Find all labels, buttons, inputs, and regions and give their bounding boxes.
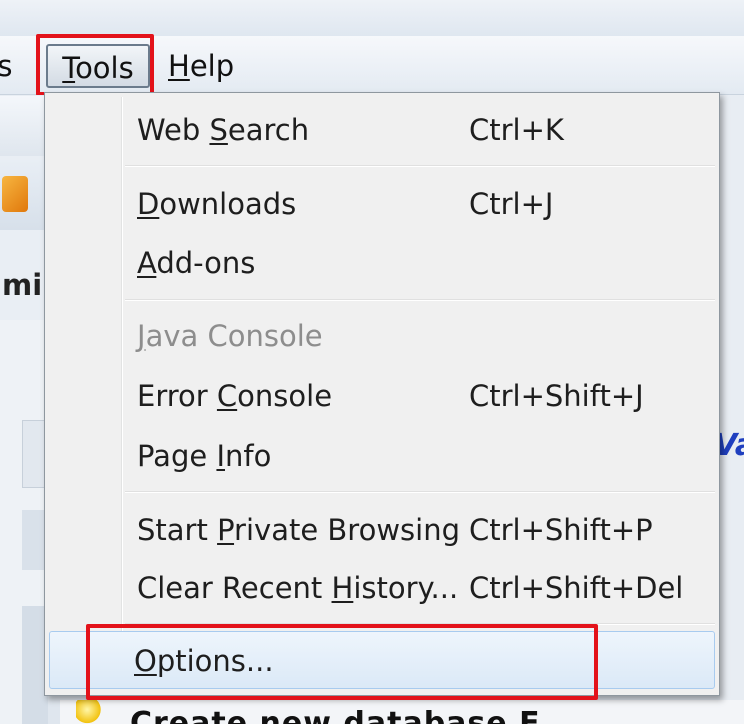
window-top-band xyxy=(0,0,744,36)
menu-item-label: Page Info xyxy=(137,439,272,473)
navigation-toolbar xyxy=(0,96,48,156)
menu-item-label: Start Private Browsing xyxy=(137,513,460,547)
create-database-link[interactable]: Create new database E xyxy=(130,704,610,724)
help-label-rest: elp xyxy=(189,49,235,83)
menu-item-label: Clear Recent History... xyxy=(137,571,459,605)
options-highlight-box xyxy=(86,624,598,700)
menu-item-label: Downloads xyxy=(137,187,297,221)
menu-separator xyxy=(125,491,715,493)
menu-separator xyxy=(125,299,715,301)
menu-item-clear-recent-history[interactable]: Clear Recent History... Ctrl+Shift+Del xyxy=(49,559,715,617)
menu-item-shortcut: Ctrl+J xyxy=(469,187,554,221)
menu-item-downloads[interactable]: Downloads Ctrl+J xyxy=(49,175,715,233)
create-database-text: Create new database E xyxy=(130,706,541,724)
menu-item-shortcut: Ctrl+Shift+J xyxy=(469,379,644,413)
page-right-strip xyxy=(720,95,744,724)
rss-feed-icon[interactable] xyxy=(2,176,28,212)
menu-item-shortcut: Ctrl+Shift+Del xyxy=(469,571,684,605)
menu-bar-bookmarks-item[interactable]: ts xyxy=(0,44,40,88)
menu-item-label: Add-ons xyxy=(137,246,256,280)
menu-item-java-console: Java Console xyxy=(49,307,715,365)
sparkle-icon xyxy=(76,700,104,724)
tools-menu: Web Search Ctrl+K Downloads Ctrl+J Add-o… xyxy=(44,92,720,696)
menu-item-label: Java Console xyxy=(137,319,323,353)
menu-item-shortcut: Ctrl+Shift+P xyxy=(469,513,653,547)
menu-item-page-info[interactable]: Page Info xyxy=(49,427,715,485)
menu-item-web-search[interactable]: Web Search Ctrl+K xyxy=(49,101,715,159)
menu-separator xyxy=(125,165,715,167)
menu-bar-help-item[interactable]: Help xyxy=(168,44,258,88)
menu-item-error-console[interactable]: Error Console Ctrl+Shift+J xyxy=(49,367,715,425)
help-access-key: H xyxy=(168,49,190,83)
menu-item-label: Web Search xyxy=(137,113,310,147)
page-title-fragment: mi xyxy=(2,268,43,302)
tools-highlight-box xyxy=(36,34,154,96)
menu-item-add-ons[interactable]: Add-ons xyxy=(49,234,715,292)
menu-item-shortcut: Ctrl+K xyxy=(469,113,564,147)
menu-item-label: Error Console xyxy=(137,379,333,413)
menu-item-start-private-browsing[interactable]: Start Private Browsing Ctrl+Shift+P xyxy=(49,501,715,559)
